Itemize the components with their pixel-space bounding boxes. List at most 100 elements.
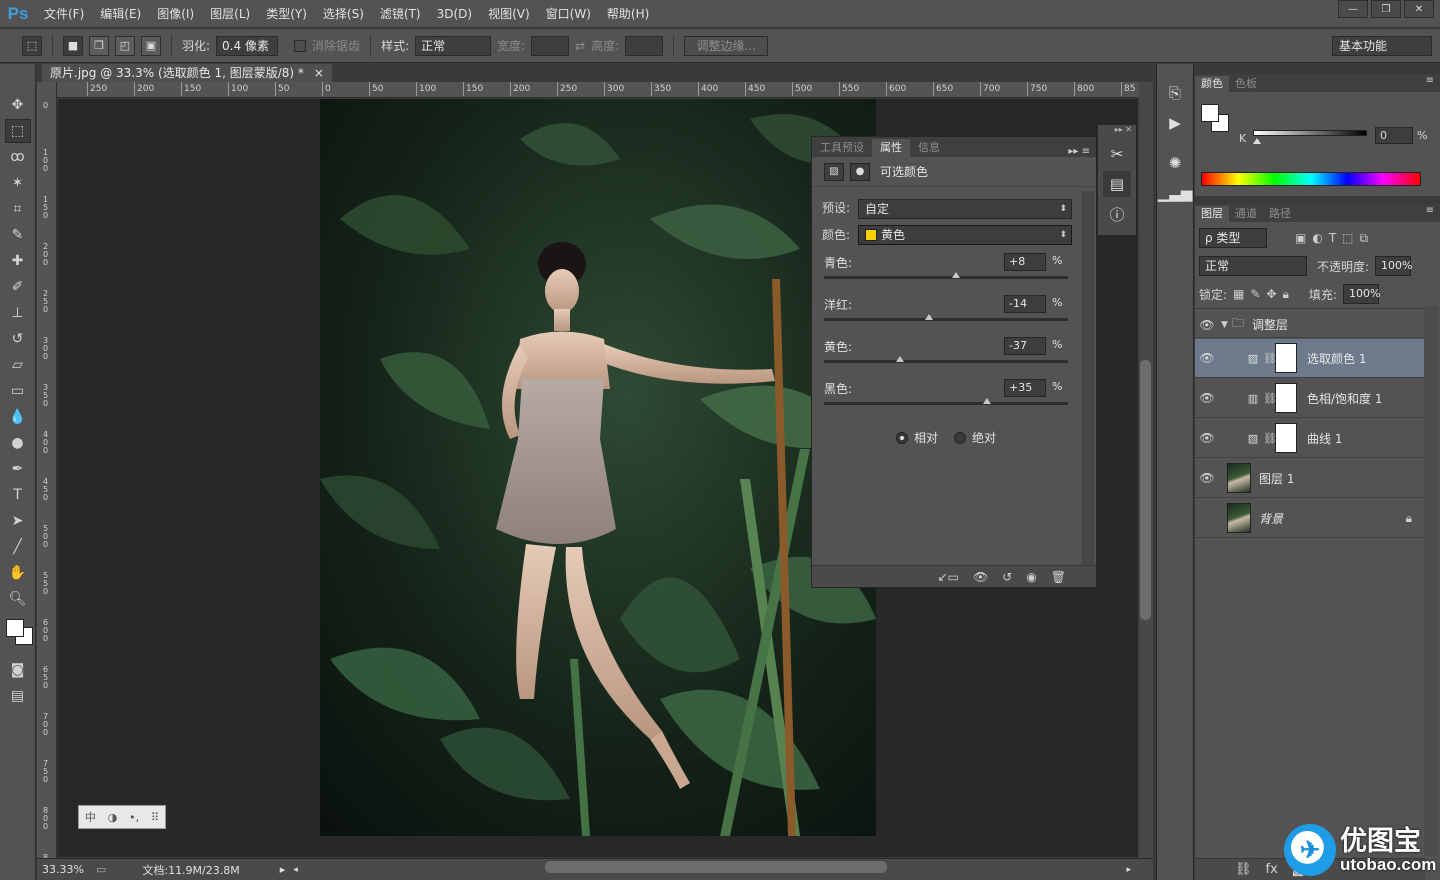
menu-filter[interactable]: 滤镜(T): [372, 0, 429, 28]
document-tab[interactable]: 原片.jpg @ 33.3% (选取颜色 1, 图层蒙版/8) * ×: [42, 64, 332, 82]
properties-scrollbar[interactable]: [1082, 191, 1094, 565]
lock-transparent-icon[interactable]: ▦: [1233, 287, 1244, 301]
method-relative-radio[interactable]: 相对: [896, 429, 938, 446]
chain-link-icon[interactable]: ⛓︎: [1263, 352, 1277, 365]
horizontal-scroll-thumb[interactable]: [545, 861, 887, 873]
slider-thumb[interactable]: [924, 314, 933, 320]
scroll-left-icon[interactable]: ◂: [293, 865, 298, 875]
panel-menu-icon[interactable]: ≡: [1426, 75, 1434, 86]
color-swatches[interactable]: [0, 613, 35, 657]
color-spectrum-ramp[interactable]: [1201, 172, 1421, 186]
type-tool-icon[interactable]: T: [5, 483, 31, 507]
path-select-tool-icon[interactable]: ➤: [5, 509, 31, 533]
layer-row[interactable]: 👁︎ ▧ ⛓︎ 曲线 1: [1195, 419, 1424, 458]
clip-to-layer-icon[interactable]: ↙▭: [938, 570, 959, 584]
tab-layers[interactable]: 图层: [1195, 206, 1229, 222]
zoom-tool-icon[interactable]: 🔍︎: [5, 587, 31, 611]
rect-marquee-tool-icon[interactable]: ⬚: [4, 119, 31, 143]
histogram-icon[interactable]: ▁▃▅: [1158, 180, 1193, 206]
tab-paths[interactable]: 路径: [1263, 206, 1297, 222]
floating-mini-toolbar[interactable]: 中 ◑ •, ⠿: [78, 805, 166, 829]
menu-window[interactable]: 窗口(W): [538, 0, 599, 28]
visibility-icon[interactable]: ◉: [1026, 570, 1036, 584]
style-select[interactable]: 正常: [415, 35, 492, 56]
layer-thumbnail[interactable]: [1227, 503, 1251, 533]
menu-layer[interactable]: 图层(L): [202, 0, 258, 28]
menu-view[interactable]: 视图(V): [480, 0, 538, 28]
layer-mask-thumbnail[interactable]: [1275, 383, 1297, 413]
method-absolute-radio[interactable]: 绝对: [954, 429, 996, 446]
height-input[interactable]: [625, 35, 664, 56]
brush-preset-icon[interactable]: ✺: [1161, 150, 1189, 176]
tab-info[interactable]: 信息: [910, 139, 948, 157]
blend-mode-select[interactable]: 正常: [1199, 256, 1307, 276]
eye-icon[interactable]: 👁︎: [1195, 318, 1219, 332]
slider-value-input[interactable]: +8: [1004, 253, 1046, 271]
eye-icon[interactable]: 👁︎: [1195, 391, 1219, 405]
menu-select[interactable]: 选择(S): [315, 0, 372, 28]
line-tool-icon[interactable]: ╱: [5, 535, 31, 559]
reset-icon[interactable]: ↺: [1002, 570, 1012, 584]
filter-type-icon[interactable]: T: [1329, 231, 1336, 245]
menu-3d[interactable]: 3D(D): [429, 0, 480, 28]
properties-icon[interactable]: ▤: [1103, 171, 1131, 197]
slider-value-input[interactable]: +35: [1004, 379, 1046, 397]
link-layers-icon[interactable]: ⛓︎: [1235, 862, 1252, 877]
radio-dot[interactable]: [896, 431, 908, 444]
menu-type[interactable]: 类型(Y): [258, 0, 315, 28]
filter-smart-icon[interactable]: ⧉: [1360, 231, 1369, 246]
preset-select[interactable]: 自定 ⬍: [858, 199, 1072, 219]
collapse-icon[interactable]: ▸▸ ≡: [1068, 146, 1090, 157]
tab-tool-presets[interactable]: 工具预设: [812, 139, 872, 157]
document-photo[interactable]: [320, 99, 876, 836]
blur-tool-icon[interactable]: 💧: [5, 405, 31, 429]
layer-row[interactable]: 👁︎ ▨ ⛓︎ 选取颜色 1: [1195, 339, 1424, 378]
screen-mode-icon[interactable]: ▤: [5, 684, 31, 708]
lock-paint-icon[interactable]: ✎: [1250, 287, 1260, 301]
layers-scrollbar[interactable]: [1424, 306, 1438, 856]
filter-adjust-icon[interactable]: ◐: [1312, 231, 1322, 245]
close-tab-icon[interactable]: ×: [314, 64, 324, 82]
selective-color-icon[interactable]: ▨: [824, 162, 844, 181]
tab-properties[interactable]: 属性: [872, 139, 910, 157]
slider-track[interactable]: [824, 276, 1068, 279]
vertical-scroll-thumb[interactable]: [1140, 360, 1151, 620]
eraser-tool-icon[interactable]: ▱: [5, 353, 31, 377]
layer-mask-thumbnail[interactable]: [1275, 423, 1297, 453]
stamp-tool-icon[interactable]: ⊥: [5, 301, 31, 325]
menu-help[interactable]: 帮助(H): [599, 0, 657, 28]
layer-mask-thumbnail[interactable]: [1275, 343, 1297, 373]
workspace-select[interactable]: 基本功能: [1332, 36, 1432, 56]
eye-icon[interactable]: 👁︎: [1195, 351, 1219, 365]
eyedropper-tool-icon[interactable]: ✎: [5, 223, 31, 247]
view-previous-icon[interactable]: 👁︎: [973, 570, 988, 584]
restore-button[interactable]: ❐: [1371, 0, 1401, 18]
dots-icon[interactable]: •,: [129, 811, 139, 824]
layer-thumbnail[interactable]: [1227, 463, 1251, 493]
refine-edge-button[interactable]: 调整边缘...: [684, 35, 769, 56]
eye-icon[interactable]: 👁︎: [1195, 431, 1219, 445]
slider-thumb[interactable]: [895, 356, 904, 362]
menu-image[interactable]: 图像(I): [149, 0, 202, 28]
layer-filter-select[interactable]: ρ 类型: [1199, 228, 1267, 248]
menu-file[interactable]: 文件(F): [36, 0, 92, 28]
tab-channels[interactable]: 通道: [1229, 206, 1263, 222]
chain-link-icon[interactable]: ⛓︎: [1263, 392, 1277, 405]
filter-pixel-icon[interactable]: ▣: [1295, 231, 1306, 245]
slider-track[interactable]: [824, 318, 1068, 321]
antialias-checkbox[interactable]: [294, 39, 307, 52]
layer-row[interactable]: ▢ 背景 🔒︎: [1195, 499, 1424, 538]
add-selection-icon[interactable]: ❐: [89, 35, 109, 56]
tool-presets-icon[interactable]: ✂: [1103, 141, 1131, 167]
foreground-color-swatch[interactable]: [1201, 104, 1219, 122]
magic-wand-tool-icon[interactable]: ✶: [5, 171, 31, 195]
layer-group-row[interactable]: 👁︎ ▼ 🗀 调整层: [1195, 312, 1424, 338]
fill-input[interactable]: 100%: [1342, 284, 1380, 304]
opacity-input[interactable]: 100%: [1375, 256, 1413, 276]
history-brush-tool-icon[interactable]: ↺: [5, 327, 31, 351]
mask-mode-icon[interactable]: 中: [85, 809, 96, 825]
hand-tool-icon[interactable]: ✋: [5, 561, 31, 585]
history-icon[interactable]: ⎘: [1161, 80, 1189, 106]
zoom-level[interactable]: 33.33%: [42, 863, 84, 876]
lasso-tool-icon[interactable]: ꝏ: [5, 145, 31, 169]
